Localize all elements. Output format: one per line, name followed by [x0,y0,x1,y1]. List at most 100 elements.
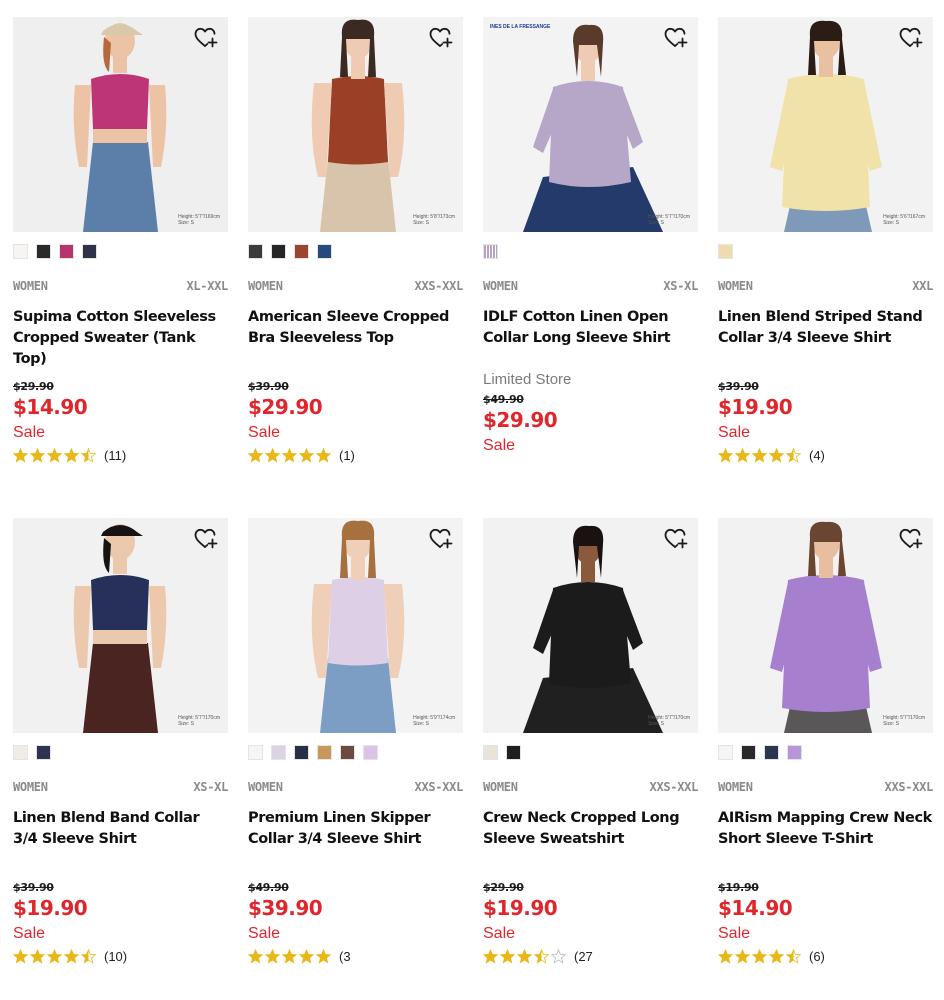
color-swatch[interactable] [294,745,309,760]
color-swatch[interactable] [718,745,733,760]
color-swatches [13,745,228,760]
gender-size-row: WOMEN XXS-XXL [483,780,698,794]
product-name[interactable]: Linen Blend Striped Stand Collar 3/4 Sle… [718,307,933,349]
rating-stars [13,447,96,463]
model-info: Height: 5'7"/170cm Size: S [178,715,220,727]
gender-label: WOMEN [13,279,48,293]
sale-label: Sale [718,424,751,441]
heart-plus-icon[interactable] [663,25,689,51]
product-image[interactable]: Height: 5'7"/169cm Size: S [13,17,228,232]
color-swatch[interactable] [764,745,779,760]
heart-plus-icon[interactable] [898,25,924,51]
color-swatch[interactable] [36,745,51,760]
gender-size-row: WOMEN XXS-XXL [718,780,933,794]
product-name[interactable]: Premium Linen Skipper Collar 3/4 Sleeve … [248,808,463,850]
sale-label: Sale [248,424,281,441]
color-swatch[interactable] [13,244,28,259]
size-range: XXS-XXL [414,780,464,794]
rating-star-icon [551,948,566,964]
rating-star-icon [752,447,767,463]
color-swatch[interactable] [248,745,263,760]
review-count: (3 [339,948,351,964]
product-image[interactable]: INES DE LA FRESSANGE Height: 5'7"/170cm Si… [483,17,698,232]
rating-star-icon [64,948,79,964]
product-name[interactable]: AIRism Mapping Crew Neck Short Sleeve T-… [718,808,933,850]
color-swatch[interactable] [294,244,309,259]
model-info: Height: 5'7"/169cm Size: S [178,214,220,226]
product-name[interactable]: American Sleeve Cropped Bra Sleeveless T… [248,307,463,349]
heart-plus-icon[interactable] [428,25,454,51]
product-card[interactable]: Height: 5'6"/167cm Size: S WOMEN XXL Linen B… [718,17,933,486]
rating-star-icon [81,948,96,964]
color-swatch[interactable] [59,244,74,259]
model-info: Height: 5'8"/173cm Size: S [413,214,455,226]
color-swatch[interactable] [271,244,286,259]
rating-star-icon [316,447,331,463]
gender-label: WOMEN [483,780,518,794]
product-card[interactable]: Height: 5'9"/174cm Size: S WOMEN XXS-XXL Pre… [248,518,463,987]
rating: (27 [483,947,698,965]
heart-plus-icon[interactable] [193,526,219,552]
color-swatch[interactable] [317,745,332,760]
rating-star-icon [47,447,62,463]
color-swatches [718,745,933,760]
size-range: XXL [912,279,933,293]
gender-label: WOMEN [483,279,518,293]
sale-label: Sale [483,437,516,454]
color-swatch[interactable] [483,745,498,760]
product-image[interactable]: Height: 5'6"/167cm Size: S [718,17,933,232]
heart-plus-icon[interactable] [663,526,689,552]
size-range: XXS-XXL [649,780,699,794]
product-image[interactable]: Height: 5'7"/170cm Size: S [13,518,228,733]
product-name[interactable]: IDLF Cotton Linen Open Collar Long Sleev… [483,307,698,349]
product-card[interactable]: Height: 5'7"/169cm Size: S WOMEN XL-XXL Supi… [13,17,228,486]
size-range: XS-XL [193,780,228,794]
sale-price: $14.90 [718,896,793,920]
product-card[interactable]: Height: 5'7"/170cm Size: S WOMEN XXS-XXL Cre… [483,518,698,987]
rating: (10) [13,947,228,965]
sale-price: $29.90 [248,395,323,419]
product-image[interactable]: Height: 5'7"/170cm Size: S [718,518,933,733]
gender-size-row: WOMEN XXS-XXL [248,780,463,794]
color-swatches [483,244,698,259]
color-swatch[interactable] [248,244,263,259]
review-count: (11) [104,447,127,463]
product-card[interactable]: Height: 5'7"/170cm Size: S WOMEN XS-XL Linen… [13,518,228,987]
original-price: $29.90 [13,380,54,393]
gender-size-row: WOMEN XL-XXL [13,279,228,293]
product-name[interactable]: Crew Neck Cropped Long Sleeve Sweatshirt [483,808,698,850]
review-count: (4) [809,447,825,463]
product-image[interactable]: Height: 5'9"/174cm Size: S [248,518,463,733]
product-card[interactable]: Height: 5'7"/170cm Size: S WOMEN XXS-XXL AIR… [718,518,933,987]
rating-star-icon [265,948,280,964]
color-swatch[interactable] [271,745,286,760]
color-swatch[interactable] [36,244,51,259]
size-range: XL-XXL [186,279,228,293]
product-image[interactable]: Height: 5'8"/173cm Size: S [248,17,463,232]
original-price: $49.90 [483,393,524,406]
product-card[interactable]: INES DE LA FRESSANGE Height: 5'7"/170cm Si… [483,17,698,486]
color-swatch[interactable] [741,745,756,760]
sale-price: $39.90 [248,896,323,920]
rating-star-icon [786,948,801,964]
product-image[interactable]: Height: 5'7"/170cm Size: S [483,518,698,733]
color-swatch[interactable] [82,244,97,259]
product-name[interactable]: Supima Cotton Sleeveless Cropped Sweater… [13,307,228,367]
color-swatch[interactable] [506,745,521,760]
color-swatch[interactable] [340,745,355,760]
product-card[interactable]: Height: 5'8"/173cm Size: S WOMEN XXS-XXL Ame… [248,17,463,486]
color-swatch[interactable] [317,244,332,259]
rating: (1) [248,446,463,464]
color-swatch[interactable] [363,745,378,760]
color-swatch[interactable] [13,745,28,760]
product-name[interactable]: Linen Blend Band Collar 3/4 Sleeve Shirt [13,808,228,850]
rating-star-icon [30,948,45,964]
heart-plus-icon[interactable] [193,25,219,51]
color-swatch[interactable] [787,745,802,760]
color-swatch[interactable] [483,244,498,259]
heart-plus-icon[interactable] [428,526,454,552]
rating-star-icon [483,948,498,964]
color-swatch[interactable] [718,244,733,259]
gender-size-row: WOMEN XXS-XXL [248,279,463,293]
heart-plus-icon[interactable] [898,526,924,552]
